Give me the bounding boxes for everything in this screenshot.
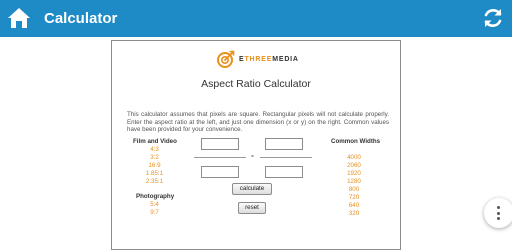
logo-wordmark: ETHREEMEDIA (239, 56, 299, 63)
width-link[interactable]: 720 (340, 194, 368, 201)
ratio-link[interactable]: 5:4 (142, 201, 167, 208)
refresh-icon (484, 9, 502, 27)
logo-brand: THREE (244, 55, 273, 63)
app-title: Calculator (44, 10, 118, 27)
width-link[interactable]: 1280 (340, 178, 368, 185)
film-video-heading: Film and Video (133, 138, 177, 145)
width-link[interactable]: 640 (340, 202, 368, 209)
calculator-card: ETHREEMEDIA Aspect Ratio Calculator This… (111, 40, 401, 250)
ratio-link[interactable]: 9:7 (142, 209, 167, 216)
pixel-height-input[interactable] (265, 166, 303, 178)
equals-sign: = (251, 154, 254, 160)
home-icon (8, 8, 30, 28)
ratio-width-input[interactable] (201, 138, 239, 150)
photography-heading: Photography (136, 193, 175, 200)
ratio-link[interactable]: 4:3 (142, 146, 167, 153)
app-bar: Calculator (0, 0, 512, 37)
width-link[interactable]: 1920 (340, 170, 368, 177)
refresh-button[interactable] (480, 5, 506, 31)
ethree-logo-icon (217, 50, 235, 68)
width-link[interactable]: 2060 (340, 162, 368, 169)
pixel-width-input[interactable] (265, 138, 303, 150)
ratio-height-input[interactable] (201, 166, 239, 178)
ratio-divider (194, 157, 246, 158)
ratio-link[interactable]: 16:9 (142, 162, 167, 169)
width-link[interactable]: 800 (340, 186, 368, 193)
calculator-title: Aspect Ratio Calculator (201, 78, 311, 90)
calculator-description: This calculator assumes that pixels are … (127, 111, 389, 134)
home-button[interactable] (6, 6, 32, 30)
reset-button[interactable]: reset (238, 202, 266, 214)
calculate-button[interactable]: calculate (232, 183, 272, 195)
width-link[interactable]: 320 (340, 210, 368, 217)
common-widths-heading: Common Widths (331, 138, 381, 145)
pixel-divider (260, 157, 312, 158)
ratio-link[interactable]: 1.85:1 (142, 170, 167, 177)
ratio-link[interactable]: 2.35:1 (142, 178, 167, 185)
logo-suffix: MEDIA (272, 55, 299, 63)
ratio-link[interactable]: 3:2 (142, 154, 167, 161)
ethree-logo: ETHREEMEDIA (216, 49, 299, 69)
more-options-button[interactable] (484, 198, 512, 228)
width-link[interactable]: 4000 (340, 154, 368, 161)
